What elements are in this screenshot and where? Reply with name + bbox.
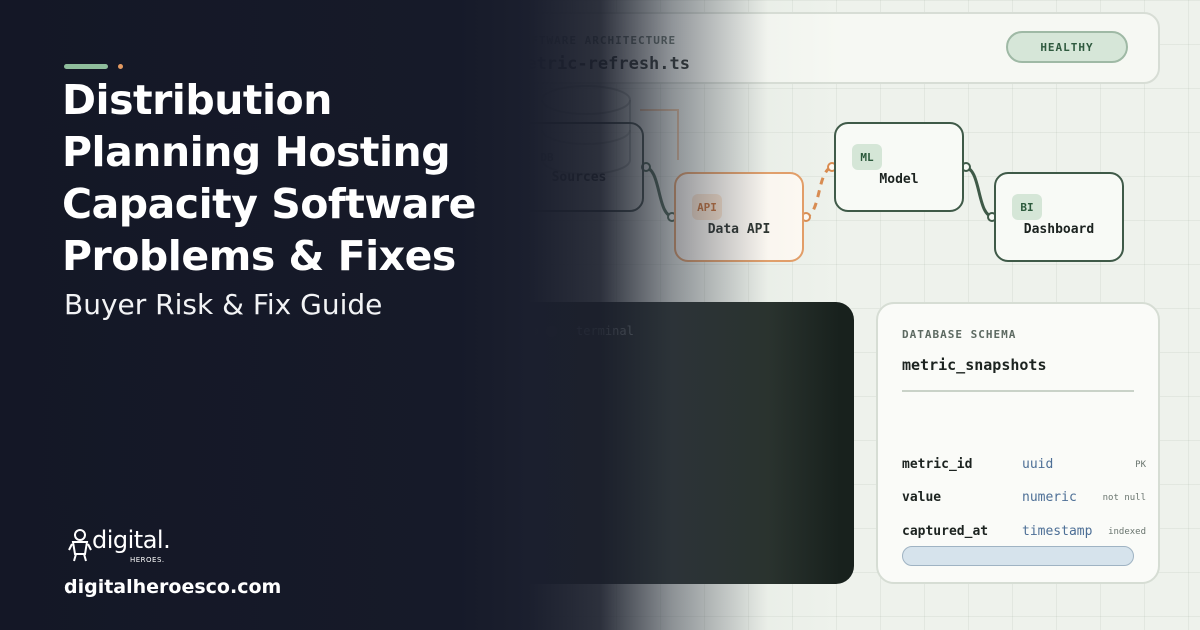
column-name: metric_id: [902, 457, 973, 472]
node-tag: API: [692, 194, 722, 220]
database-schema-card: DATABASE SCHEMA metric_snapshots metric_…: [876, 302, 1160, 584]
window-controls: [508, 326, 557, 337]
column-flag: PK: [1135, 460, 1146, 470]
column-name: value: [902, 490, 942, 505]
schema-row: metric_id uuid PK: [902, 457, 1146, 477]
accent-mark: [64, 64, 123, 69]
row-highlight: [902, 546, 1134, 566]
node-sources: DB Sources: [514, 122, 644, 212]
node-tag: DB: [540, 150, 554, 164]
accent-bar: [64, 64, 108, 69]
node-model: ML Model: [834, 122, 964, 212]
accent-dot-icon: [118, 64, 123, 69]
column-type: timestamp: [1022, 524, 1093, 539]
hero-mascot-icon: [68, 529, 92, 562]
line-prefix: /: [28, 491, 45, 507]
schema-table-name: metric_snapshots: [902, 356, 1047, 374]
window-dot-icon: [508, 326, 519, 337]
line-text: status: ready: [44, 451, 150, 467]
terminal-line: + status: ready: [28, 451, 150, 467]
logo-wordmark: digital.: [92, 526, 171, 554]
column-type: numeric: [1022, 490, 1077, 505]
divider: [902, 390, 1134, 392]
page-title: Distribution Planning Hosting Capacity S…: [62, 74, 522, 282]
column-name: captured_at: [902, 524, 989, 539]
schema-eyebrow: DATABASE SCHEMA: [902, 328, 1017, 341]
line-text: event: metric.refreshed: [44, 410, 232, 426]
node-label: Model: [879, 172, 919, 187]
window-dot-icon: [527, 326, 538, 337]
column-flag: indexed: [1108, 527, 1146, 537]
schema-row: captured_at timestamp indexed: [902, 524, 1146, 544]
title-line: Planning Hosting: [62, 128, 451, 176]
logo-subtext: HEROES.: [130, 556, 165, 564]
terminal-line: / request completed in 84ms: [28, 491, 247, 507]
node-dashboard: BI Dashboard: [994, 172, 1124, 262]
node-tag: ML: [852, 144, 882, 170]
title-line: Distribution: [62, 76, 332, 124]
node-label: Data API: [707, 222, 771, 237]
title-line: Problems & Fixes: [62, 232, 456, 280]
column-flag: not null: [1102, 493, 1146, 503]
page-subtitle: Buyer Risk & Fix Guide: [64, 288, 383, 321]
node-data-api: API Data API: [674, 172, 804, 262]
node-label: Dashboard: [1023, 222, 1095, 237]
terminal-line: → event: metric.refreshed: [28, 410, 231, 426]
line-prefix: $: [28, 370, 45, 386]
brand-logo: digital. HEROES.: [68, 526, 188, 570]
line-prefix: +: [28, 451, 45, 467]
line-prefix: →: [28, 410, 45, 426]
line-text: request completed in 84ms: [44, 491, 248, 507]
window-dot-icon: [546, 326, 557, 337]
node-label: Sources: [551, 170, 607, 185]
node-tag: BI: [1012, 194, 1042, 220]
site-url[interactable]: digitalheroesco.com: [64, 576, 281, 598]
terminal-line: $ curl -X POST /api/metrics/refresh: [28, 370, 312, 386]
column-type: uuid: [1022, 457, 1054, 472]
title-line: Capacity Software: [62, 180, 476, 228]
terminal-window: terminal: [486, 302, 854, 584]
line-text: curl -X POST /api/metrics/refresh: [44, 370, 313, 386]
terminal-title: terminal: [576, 324, 634, 338]
schema-row: value numeric not null: [902, 490, 1146, 510]
